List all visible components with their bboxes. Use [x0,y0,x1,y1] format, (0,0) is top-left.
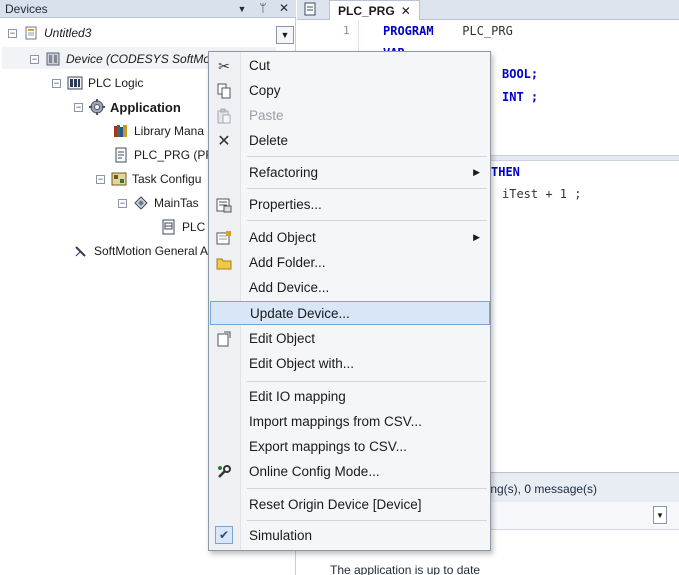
tree-item-label: PLC Logic [88,76,144,90]
copy-icon [215,83,233,99]
code-keyword: PROGRAM [383,24,434,38]
menu-separator [247,220,487,221]
submenu-arrow-icon: ▶ [473,232,480,242]
task-config-icon [111,171,127,187]
delete-x-icon: ✕ [217,133,231,150]
menu-item-reset-origin-device[interactable]: Reset Origin Device [Device] [209,493,490,517]
tab-label: PLC_PRG [338,3,395,18]
tree-item-label: Device (CODESYS SoftMo [66,52,211,66]
dropdown-arrow-icon[interactable]: ▼ [236,1,248,17]
tree-item-label: SoftMotion General A [94,244,209,258]
tree-item-label: Untitled3 [44,26,92,40]
code-statement: iTest + 1 ; [502,187,582,201]
editor-tabbar: PLC_PRG ✕ [297,0,679,20]
menu-item-refactoring[interactable]: Refactoring ▶ [209,161,490,185]
softmotion-icon [73,243,89,259]
menu-item-edit-object[interactable]: Edit Object [209,327,490,351]
menu-separator [247,488,487,489]
tree-item-plc-logic[interactable]: − PLC Logic [52,72,143,94]
submenu-arrow-icon: ▶ [473,167,480,177]
library-books-icon [113,123,129,139]
menu-separator [247,188,487,189]
collapse-toggle[interactable]: − [96,174,105,184]
add-object-icon [215,230,233,246]
code-type: BOOL; [502,67,539,81]
menu-item-properties[interactable]: Properties... [209,193,490,217]
collapse-toggle[interactable]: − [52,78,61,88]
menu-item-export-mappings[interactable]: Export mappings to CSV... [209,435,490,459]
tree-item-label: PLC_PRG (PR [134,148,215,162]
pin-icon[interactable]: ᛘ [257,1,269,17]
collapse-toggle[interactable]: − [74,102,83,112]
line-number: 1 [343,24,350,37]
application-gear-icon [89,99,105,115]
devices-title-buttons: ▼ ᛘ ✕ [236,1,290,17]
tree-item-library-manager[interactable]: Library Mana [113,120,204,142]
program-call-icon [161,219,177,235]
menu-item-online-config-mode[interactable]: Online Config Mode... [209,460,490,484]
tree-item-project[interactable]: − Untitled3 [8,22,91,44]
task-icon [133,195,149,211]
tree-item-device[interactable]: − Device (CODESYS SoftMo [30,48,210,70]
code-keyword: THEN [491,165,520,179]
menu-item-update-device[interactable]: Update Device... [210,301,490,325]
tree-item-application[interactable]: − Application [74,96,181,118]
messages-summary: rning(s), 0 message(s) [477,482,598,496]
scissors-icon: ✂ [218,57,230,74]
menu-separator [247,156,487,157]
tree-item-label: PLC [182,220,206,234]
collapse-toggle[interactable]: − [118,198,127,208]
device-icon [45,51,61,67]
wrench-icon [215,464,233,480]
menu-item-import-mappings[interactable]: Import mappings from CSV... [209,410,490,434]
tree-item-label: Library Mana [134,124,205,138]
tab-plc-prg[interactable]: PLC_PRG ✕ [329,0,420,20]
folder-icon [215,255,233,271]
tree-item-label: Task Configu [132,172,202,186]
menu-item-copy[interactable]: Copy [209,79,490,103]
program-page-icon [113,147,129,163]
code-identifier: PLC_PRG [455,24,513,38]
menu-item-edit-object-with[interactable]: Edit Object with... [209,352,490,376]
devices-title: Devices [5,2,48,16]
collapse-toggle[interactable]: − [30,54,39,64]
plc-logic-icon [67,75,83,91]
properties-icon [215,197,233,213]
tree-item-plc-call[interactable]: PLC [161,216,205,238]
chevron-down-icon[interactable]: ▼ [653,506,667,524]
edit-object-icon [215,331,233,347]
menu-item-simulation[interactable]: ✔ Simulation [209,524,490,548]
menu-item-edit-io-mapping[interactable]: Edit IO mapping [209,385,490,409]
tree-item-softmotion[interactable]: SoftMotion General A [73,240,208,262]
document-icon [303,2,317,19]
tree-item-label: MainTas [154,196,199,210]
menu-item-add-device[interactable]: Add Device... [209,276,490,300]
menu-item-add-object[interactable]: Add Object ▶ [209,226,490,250]
checkmark-icon: ✔ [215,526,233,544]
tree-item-task-configuration[interactable]: − Task Configu [96,168,201,190]
menu-separator [247,381,487,382]
tree-item-label: Application [110,99,181,115]
close-icon[interactable]: ✕ [401,4,411,18]
tree-item-maintask[interactable]: − MainTas [118,192,199,214]
context-menu: ✂ Cut Copy Paste ✕ Delete Refactoring ▶ … [208,51,491,551]
menu-item-paste[interactable]: Paste [209,104,490,128]
paste-icon [215,108,233,124]
tree-item-plc-prg[interactable]: PLC_PRG (PR [113,144,214,166]
close-icon[interactable]: ✕ [278,1,290,17]
code-type: INT ; [502,90,539,104]
menu-item-add-folder[interactable]: Add Folder... [209,251,490,275]
devices-titlebar: Devices ▼ ᛘ ✕ [0,0,296,18]
project-icon [23,25,39,41]
menu-separator [247,520,487,521]
menu-item-cut[interactable]: ✂ Cut [209,54,490,78]
status-text: The application is up to date [330,563,481,575]
menu-item-delete[interactable]: ✕ Delete [209,129,490,153]
collapse-toggle[interactable]: − [8,28,17,38]
